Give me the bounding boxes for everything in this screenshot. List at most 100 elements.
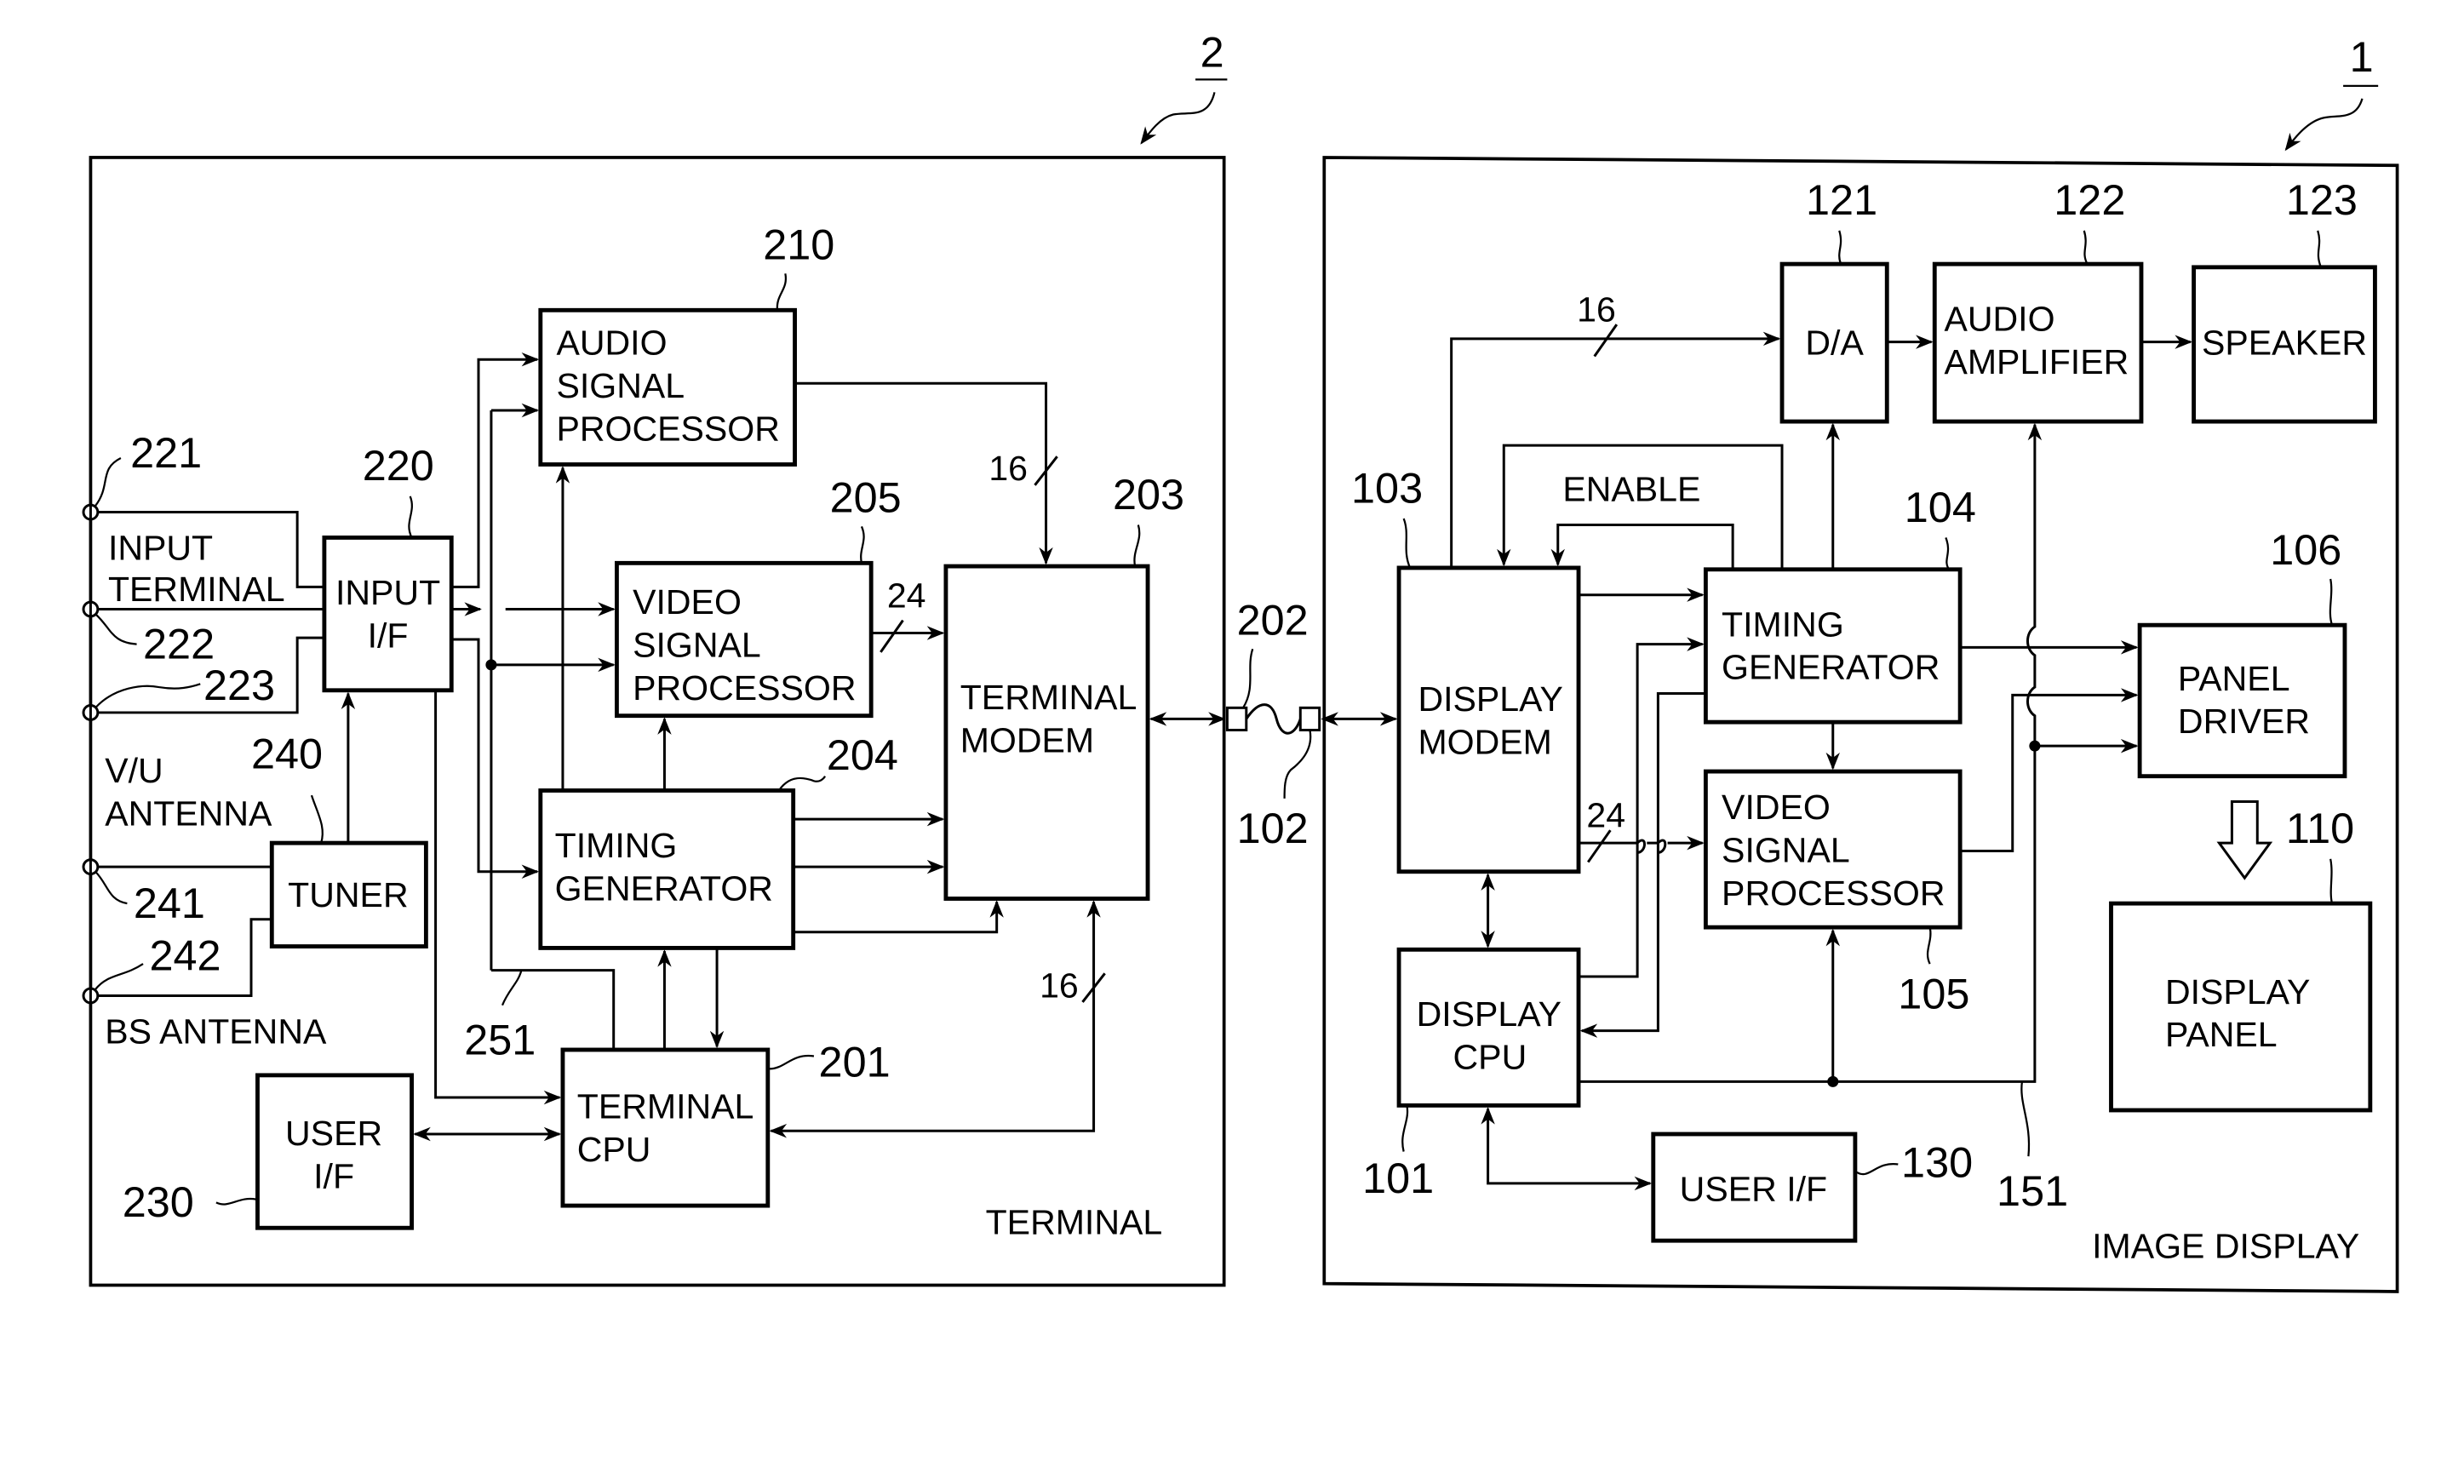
slash-24-vsp bbox=[1587, 829, 1612, 863]
block-timing-generator-104: TIMING GENERATOR 104 bbox=[1703, 483, 1976, 725]
lead-122 bbox=[2083, 230, 2089, 265]
ref-204: 204 bbox=[827, 731, 898, 779]
block-panel-driver-106: PANEL DRIVER 106 bbox=[2137, 525, 2347, 779]
slash-24-video bbox=[880, 619, 904, 653]
block-user-if-130: USER I/F 130 bbox=[1651, 1132, 1973, 1243]
ref-242: 242 bbox=[150, 931, 221, 980]
block-line: I/F bbox=[368, 616, 409, 655]
block-da-121: D/A 121 bbox=[1779, 175, 1889, 424]
block-diagram: 2 TERMINAL 221 INPUT TERMINAL 222 223 V/… bbox=[82, 27, 2399, 1293]
block-line: DRIVER bbox=[2178, 702, 2310, 741]
ref-205: 205 bbox=[830, 473, 902, 522]
wire-cpu-userif bbox=[1481, 1107, 1653, 1191]
bus-24-video: 24 bbox=[887, 576, 926, 616]
block-line: MODEM bbox=[960, 721, 1094, 760]
block-speaker-123: SPEAKER 123 bbox=[2192, 175, 2377, 424]
lead-110 bbox=[2329, 858, 2334, 904]
wire-enable-inner bbox=[1550, 524, 1734, 570]
block-line: SIGNAL bbox=[1722, 831, 1850, 870]
block-line: USER bbox=[285, 1114, 382, 1153]
junction-dot bbox=[485, 659, 497, 671]
ref-123: 123 bbox=[2286, 175, 2358, 224]
block-box bbox=[1396, 565, 1581, 874]
ref-122: 122 bbox=[2054, 175, 2125, 224]
block-tuner-240: TUNER 240 bbox=[251, 729, 428, 948]
block-display-cpu-101: DISPLAY CPU 101 bbox=[1362, 947, 1581, 1202]
image-display-ref: 1 bbox=[2350, 32, 2374, 81]
slash-16-da bbox=[1593, 324, 1619, 358]
wire-151-amp bbox=[2026, 422, 2043, 747]
block-line: TERMINAL bbox=[577, 1086, 754, 1126]
wire-vsp-driver bbox=[1960, 688, 2139, 852]
block-line: GENERATOR bbox=[555, 868, 773, 908]
block-line: DISPLAY bbox=[1418, 679, 1562, 719]
wire-inputif-audio1 bbox=[451, 352, 540, 588]
block-line: AMPLIFIER bbox=[1944, 342, 2129, 381]
ref-202: 202 bbox=[1237, 595, 1309, 644]
lead-220 bbox=[408, 496, 413, 538]
ref-223: 223 bbox=[203, 661, 275, 709]
block-line: TUNER bbox=[288, 875, 408, 914]
lead-202 bbox=[1242, 648, 1254, 708]
block-line: CPU bbox=[1453, 1037, 1527, 1076]
wire-tg-modem-3 bbox=[793, 900, 1004, 934]
lead-240 bbox=[310, 794, 324, 844]
block-display-modem-103: DISPLAY MODEM 103 bbox=[1351, 463, 1581, 874]
block-line: INPUT bbox=[335, 573, 440, 612]
bus-16-cpu: 16 bbox=[1040, 965, 1079, 1005]
block-line: PANEL bbox=[2178, 659, 2290, 698]
lead-251 bbox=[501, 970, 523, 1006]
wire-modem-cpu bbox=[769, 900, 1101, 1138]
bus-24-vsp: 24 bbox=[1586, 795, 1625, 834]
lead-223 bbox=[95, 683, 201, 709]
block-audio-amplifier-122: AUDIO AMPLIFIER 122 bbox=[1932, 175, 2144, 424]
block-video-signal-processor-105: VIDEO SIGNAL PROCESSOR 105 bbox=[1703, 769, 1969, 1017]
block-line: AUDIO bbox=[1944, 300, 2054, 339]
transmission-link: 202 102 bbox=[1149, 595, 1398, 852]
ref-203: 203 bbox=[1113, 470, 1184, 519]
ref-230: 230 bbox=[123, 1177, 194, 1226]
ref-240: 240 bbox=[251, 729, 323, 777]
ref-110: 110 bbox=[2286, 804, 2354, 852]
ref-210: 210 bbox=[763, 220, 834, 268]
ref-251: 251 bbox=[464, 1016, 536, 1064]
block-line: VIDEO bbox=[633, 582, 742, 622]
lead-222 bbox=[95, 613, 137, 645]
terminal-ref: 2 bbox=[1200, 27, 1224, 76]
block-box bbox=[322, 536, 454, 693]
wire-tg-cpu bbox=[1579, 692, 1706, 1038]
block-line: USER I/F bbox=[1680, 1169, 1827, 1208]
driver-to-panel-arrow bbox=[2216, 800, 2273, 880]
lead-201 bbox=[769, 1054, 815, 1070]
ref-221: 221 bbox=[130, 428, 202, 477]
ref-103: 103 bbox=[1351, 463, 1423, 512]
block-line: TIMING bbox=[555, 826, 678, 865]
ref-101: 101 bbox=[1362, 1154, 1434, 1202]
block-line: PROCESSOR bbox=[633, 668, 856, 708]
terminal-ref-arrow bbox=[1140, 92, 1216, 145]
lead-221 bbox=[95, 457, 122, 507]
ref-105: 105 bbox=[1898, 969, 1969, 1017]
vu-antenna-label-1: V/U bbox=[105, 751, 163, 790]
block-line: AUDIO bbox=[556, 324, 667, 363]
ref-102: 102 bbox=[1237, 804, 1309, 852]
block-line: MODEM bbox=[1418, 723, 1551, 762]
block-line: PANEL bbox=[2165, 1015, 2278, 1054]
ref-106: 106 bbox=[2270, 525, 2341, 574]
block-line: I/F bbox=[313, 1157, 354, 1196]
bus-16-audio: 16 bbox=[988, 449, 1028, 488]
junction-151-vsp bbox=[1827, 1075, 1839, 1087]
ref-121: 121 bbox=[1806, 175, 1877, 224]
terminal-caption: TERMINAL bbox=[986, 1203, 1163, 1242]
block-line: DISPLAY bbox=[2165, 972, 2310, 1011]
block-line: TIMING bbox=[1722, 604, 1844, 644]
lead-242 bbox=[95, 963, 144, 990]
lead-203 bbox=[1133, 524, 1141, 567]
block-audio-signal-processor-210: AUDIO SIGNAL PROCESSOR 210 bbox=[538, 220, 834, 467]
lead-121 bbox=[1838, 230, 1842, 265]
block-line: D/A bbox=[1805, 324, 1864, 363]
ref-130: 130 bbox=[1901, 1137, 1973, 1186]
bus-16-da: 16 bbox=[1577, 289, 1616, 329]
ref-241: 241 bbox=[134, 879, 205, 927]
lead-123 bbox=[2317, 230, 2323, 268]
